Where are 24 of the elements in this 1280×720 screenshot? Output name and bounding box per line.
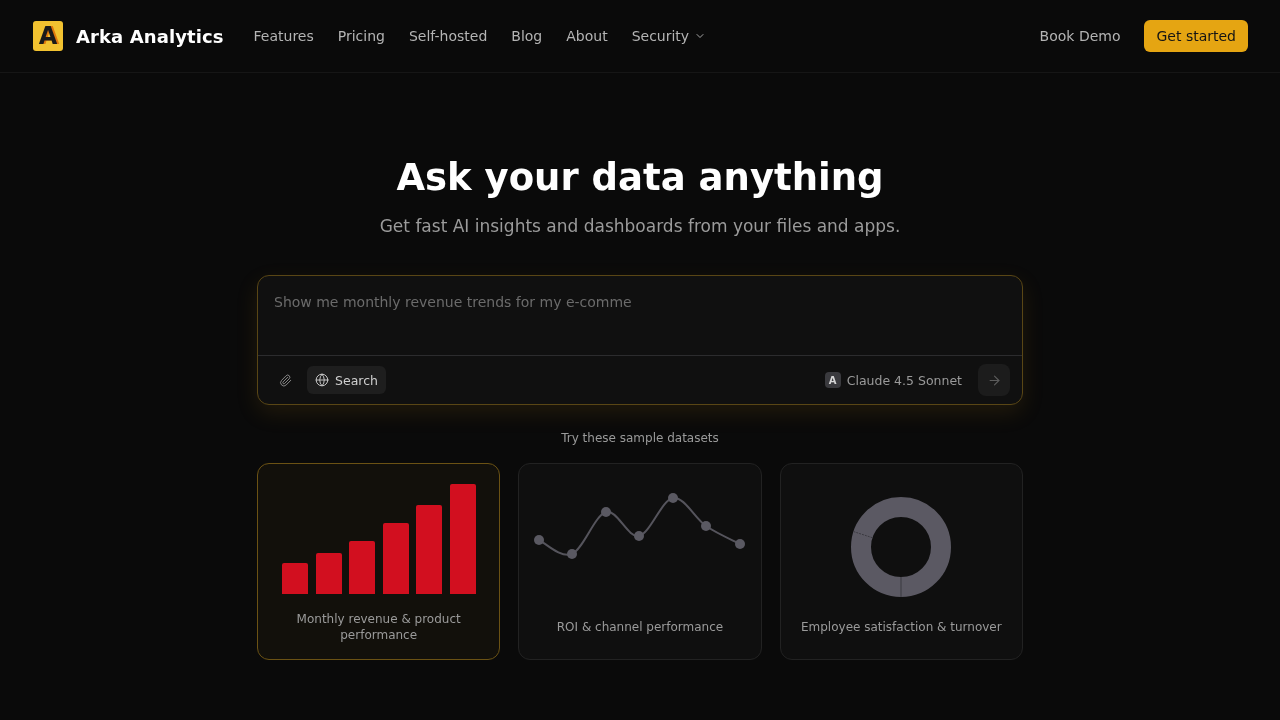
nav-link[interactable]: Pricing (337, 28, 385, 44)
hero-subtitle: Get fast AI insights and dashboards from your files and apps. (379, 215, 901, 238)
search-toggle-button[interactable]: Search (307, 366, 386, 394)
globe-icon (315, 373, 329, 387)
arrow-right-icon (986, 372, 1002, 388)
sample-dataset-card[interactable]: Employee satisfaction & turnover (779, 463, 1023, 660)
nav-link[interactable]: Self-hosted (408, 28, 488, 44)
paperclip-icon (278, 373, 292, 387)
samples-heading: Try these sample datasets (561, 430, 719, 446)
prompt-input[interactable]: Show me monthly revenue trends for my e-comme (258, 276, 1022, 355)
brand-name[interactable]: Arka Analytics (76, 25, 224, 47)
sample-dataset-card[interactable]: Monthly revenue & product performance (257, 463, 501, 660)
brand-logo[interactable]: A (33, 21, 63, 51)
get-started-button[interactable]: Get started (1144, 20, 1248, 52)
nav-link[interactable]: Blog (511, 28, 543, 44)
nav-link[interactable]: Features (253, 28, 314, 44)
prompt-field[interactable]: Show me monthly revenue trends for my e-comme Search A Claude 4.5 Sonnet (257, 275, 1023, 405)
nav-link[interactable]: Security (631, 28, 707, 44)
model-selector[interactable]: A Claude 4.5 Sonnet (824, 372, 962, 388)
book-demo-link[interactable]: Book Demo (1039, 28, 1121, 44)
model-logo: A (824, 372, 841, 388)
hero-title: Ask your data anything (396, 155, 884, 201)
sample-dataset-card[interactable]: ROI & channel performance (518, 463, 762, 660)
nav-link[interactable]: About (566, 28, 608, 44)
